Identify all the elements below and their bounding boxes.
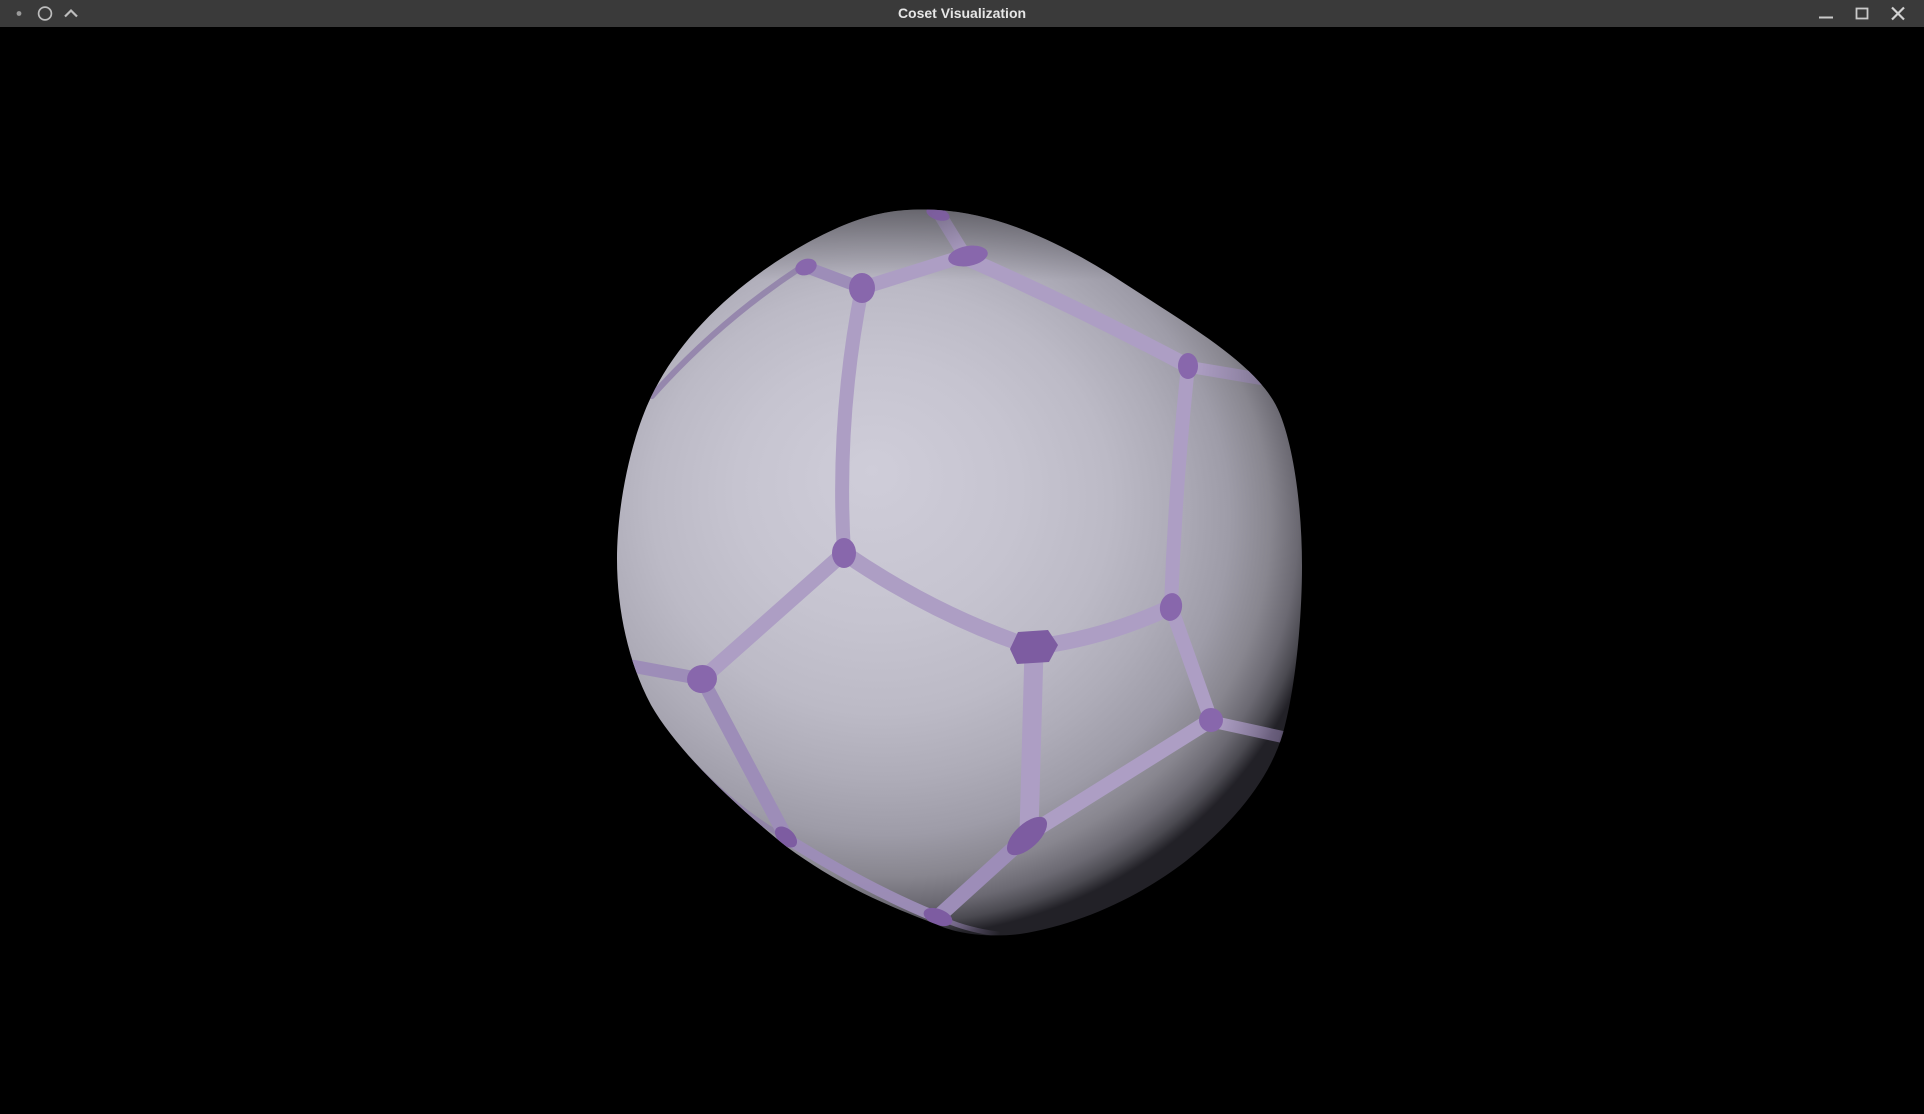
vertex-cap xyxy=(1199,708,1223,732)
titlebar-right-controls xyxy=(1808,0,1924,27)
vertex-cap xyxy=(1178,353,1198,379)
app-window: Coset Visualization xyxy=(0,0,1924,1114)
vertex-cap xyxy=(832,538,856,568)
vertex-cap xyxy=(849,273,875,303)
window-shade-button[interactable] xyxy=(58,0,84,27)
top-rim-shading xyxy=(600,195,1360,295)
edge xyxy=(1029,650,1034,832)
chevron-up-icon xyxy=(58,0,84,27)
circle-icon xyxy=(32,0,58,27)
vertex-cap xyxy=(618,648,632,680)
dot-icon xyxy=(6,0,32,27)
maximize-button[interactable] xyxy=(1844,0,1880,27)
titlebar: Coset Visualization xyxy=(0,0,1924,27)
window-title: Coset Visualization xyxy=(898,0,1026,27)
maximize-icon xyxy=(1844,0,1880,27)
coset-polyhedron xyxy=(0,27,1924,1114)
close-icon xyxy=(1880,0,1916,27)
window-dot-button[interactable] xyxy=(6,0,32,27)
close-button[interactable] xyxy=(1880,0,1916,27)
minimize-button[interactable] xyxy=(1808,0,1844,27)
minimize-icon xyxy=(1808,0,1844,27)
polyhedron-silhouette xyxy=(617,210,1302,936)
titlebar-left-controls xyxy=(0,0,84,27)
render-canvas[interactable] xyxy=(0,27,1924,1114)
window-circle-button[interactable] xyxy=(32,0,58,27)
